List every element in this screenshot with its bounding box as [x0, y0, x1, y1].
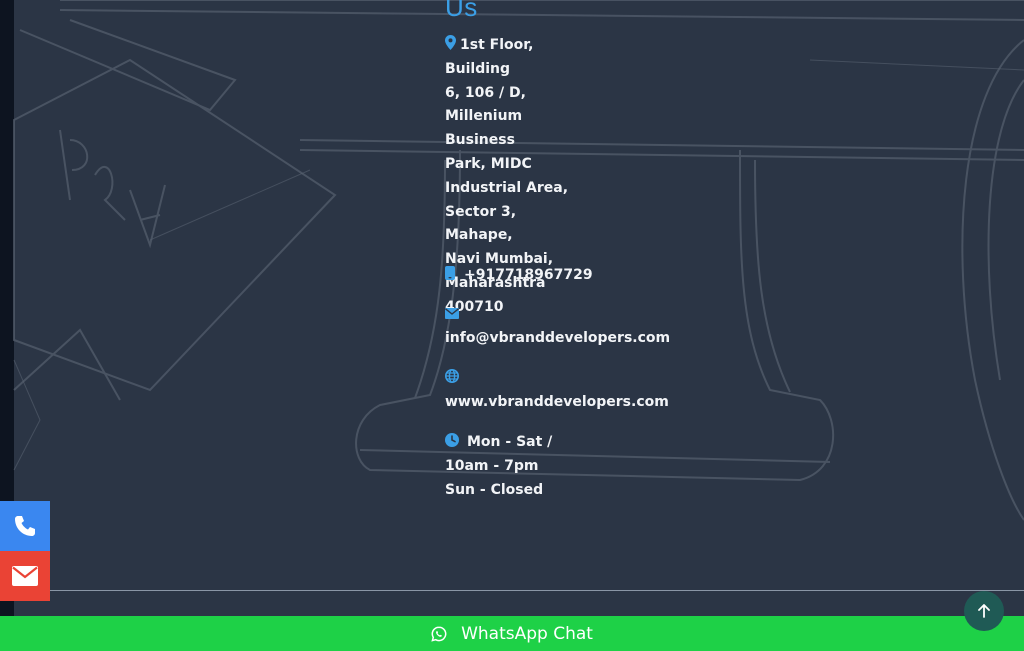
email-link[interactable]: info@vbranddevelopers.com [445, 330, 670, 346]
footer-divider [40, 590, 1024, 591]
scroll-to-top-button[interactable] [964, 591, 1004, 631]
hours-line-2: 10am - 7pm [445, 457, 539, 474]
envelope-icon [12, 566, 38, 586]
address-line-6: Sector 3, Mahape, [445, 203, 517, 244]
globe-icon [445, 369, 459, 383]
call-button[interactable] [0, 501, 50, 551]
whatsapp-chat-label: WhatsApp Chat [461, 623, 593, 644]
mail-button[interactable] [0, 551, 50, 601]
address-line-1: 1st Floor, Building [445, 37, 534, 77]
phone-icon [15, 516, 35, 536]
envelope-icon [445, 308, 459, 319]
map-marker-icon [445, 35, 456, 50]
mobile-phone-icon [445, 266, 455, 280]
whatsapp-chat-bar[interactable]: WhatsApp Chat [0, 616, 1024, 651]
clock-icon [445, 433, 459, 447]
arrow-up-icon [978, 604, 990, 618]
hours-line-3: Sun - Closed [445, 481, 544, 498]
hours-block: Mon - Sat / 10am - 7pm Sun - Closed [445, 431, 605, 502]
website-link[interactable]: www.vbranddevelopers.com [445, 394, 669, 410]
address-line-3: Millenium Business [445, 108, 523, 149]
address-line-2: 6, 106 / D, [445, 84, 526, 101]
address-line-4: Park, MIDC [445, 155, 532, 172]
website-block: www.vbranddevelopers.com [445, 367, 669, 415]
email-block: info@vbranddevelopers.com [445, 303, 670, 351]
contact-heading: Us [445, 0, 478, 22]
phone-link[interactable]: +917718967729 [464, 267, 593, 283]
address-line-5: Industrial Area, [445, 179, 569, 196]
phone-block: +917718967729 [445, 264, 593, 288]
whatsapp-icon [431, 625, 447, 642]
hours-line-1: Mon - Sat / [467, 434, 553, 450]
